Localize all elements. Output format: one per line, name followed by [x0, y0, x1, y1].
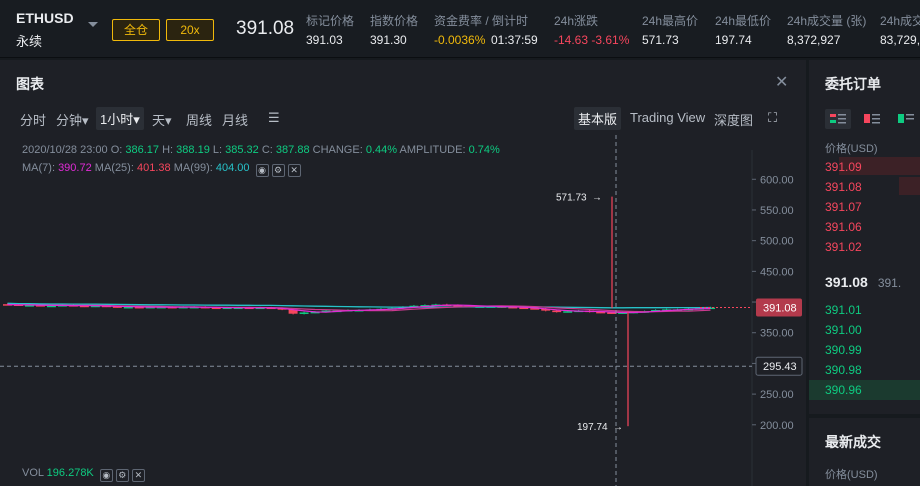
leverage-button[interactable]: 20x	[166, 19, 214, 41]
ask-price[interactable]: 391.07	[825, 200, 862, 214]
symbol-dropdown-icon[interactable]	[88, 22, 98, 27]
volume-24h-value: 8,372,927	[787, 33, 841, 47]
funding-rate-label: 资金费率 / 倒计时	[434, 14, 529, 28]
book-asks-icon[interactable]	[859, 109, 885, 129]
low-marker-arrow: →	[613, 422, 623, 433]
bid-price[interactable]: 390.98	[825, 363, 862, 377]
order-book-price-header: 价格(USD)	[825, 143, 878, 155]
high-marker-label: 571.73	[556, 193, 587, 204]
mid-price-secondary: 391.	[877, 276, 902, 290]
high-marker-arrow: →	[592, 193, 602, 204]
high-24h-label: 24h最高价	[642, 14, 699, 28]
mid-price-value: 391.08	[825, 274, 868, 290]
bid-price[interactable]: 390.96	[825, 383, 862, 397]
high-24h-value: 571.73	[642, 33, 679, 47]
change-24h-value: -14.63 -3.61%	[554, 33, 630, 47]
order-book-panel: 委托订单 价格(USD) 391.09 391.08 391.07 391.06…	[809, 60, 920, 414]
ask-price[interactable]: 391.08	[825, 180, 862, 194]
turnover-24h-value: 83,729,	[880, 33, 920, 47]
y-tick-label: 550.00	[760, 205, 794, 217]
bid-price[interactable]: 391.00	[825, 323, 862, 337]
y-tick-label: 250.00	[760, 389, 794, 401]
y-tick-label: 500.00	[760, 236, 794, 248]
candle-body	[552, 310, 562, 313]
y-tick-label: 600.00	[760, 174, 794, 186]
y-tick-label: 200.00	[760, 420, 794, 432]
low-24h-value: 197.74	[715, 33, 752, 47]
order-book-mid-price: 391.08 391.	[825, 274, 901, 290]
index-price-value: 391.30	[370, 33, 407, 47]
symbol-name[interactable]: ETHUSD	[16, 10, 74, 26]
order-book-title: 委托订单	[825, 76, 881, 92]
book-both-icon[interactable]	[825, 109, 851, 129]
recent-trades-price-header: 价格(USD)	[825, 469, 878, 481]
ask-price[interactable]: 391.02	[825, 240, 862, 254]
y-tick-label: 350.00	[760, 328, 794, 340]
mark-price-value: 391.03	[306, 33, 343, 47]
ask-depth-bar	[899, 177, 920, 195]
bid-price[interactable]: 391.01	[825, 303, 862, 317]
recent-trades-panel: 最新成交 价格(USD)	[809, 418, 920, 486]
ticker-header: ETHUSD 永续 全仓 20x 391.08 标记价格 391.03 指数价格…	[0, 0, 920, 58]
price-chart[interactable]: 600.00550.00500.00450.00400.00350.00300.…	[0, 60, 806, 486]
volume-24h-label: 24h成交量 (张)	[787, 14, 867, 28]
contract-type: 永续	[16, 34, 43, 49]
ask-price[interactable]: 391.09	[825, 160, 862, 174]
change-24h-label: 24h涨跌	[554, 14, 599, 28]
current-price-tag: 391.08	[763, 303, 797, 315]
y-tick-label: 450.00	[760, 266, 794, 278]
ask-price[interactable]: 391.06	[825, 220, 862, 234]
mark-price-label: 标记价格	[306, 14, 355, 28]
turnover-24h-label: 24h成交	[880, 14, 920, 28]
crosshair-price-tag: 295.43	[763, 361, 797, 373]
last-price: 391.08	[236, 18, 295, 39]
low-24h-label: 24h最低价	[715, 14, 772, 28]
low-marker-label: 197.74	[577, 422, 608, 433]
funding-countdown: 01:37:59	[491, 33, 538, 47]
index-price-label: 指数价格	[370, 14, 419, 28]
candle-body	[299, 312, 309, 314]
recent-trades-title: 最新成交	[825, 434, 881, 450]
bid-price[interactable]: 390.99	[825, 343, 862, 357]
margin-mode-button[interactable]: 全仓	[112, 19, 160, 41]
candle-body	[563, 311, 573, 313]
funding-rate-value: -0.0036%	[434, 33, 486, 47]
book-bids-icon[interactable]	[893, 109, 919, 129]
